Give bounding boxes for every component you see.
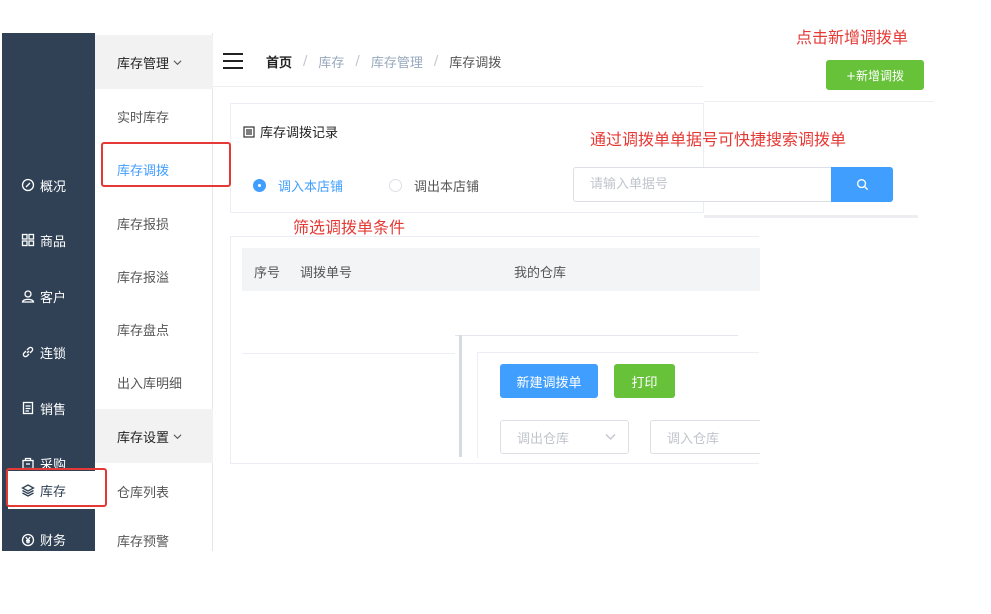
sidebar-item-chain[interactable]: 连锁 <box>2 335 95 369</box>
breadcrumb: 首页 / 库存 / 库存管理 / 库存调拨 <box>266 52 501 71</box>
select-placeholder: 调入仓库 <box>667 431 720 447</box>
annotation-add-note: 点击新增调拨单 <box>796 28 909 47</box>
to-warehouse-select[interactable]: 调入仓库 <box>650 420 760 454</box>
annotation-highlight-stock-transfer <box>101 142 231 187</box>
dialog-left-border <box>459 335 462 457</box>
radio-transfer-in[interactable]: 调入本店铺 <box>253 176 343 195</box>
radio-transfer-out[interactable]: 调出本店铺 <box>389 176 479 195</box>
submenu-item-label: 库存报损 <box>117 217 170 233</box>
submenu-group-inventory-management[interactable]: 库存管理 <box>95 35 213 89</box>
new-transfer-order-button[interactable]: 新建调拨单 <box>500 364 598 398</box>
submenu-item-label: 实时库存 <box>117 110 170 126</box>
submenu-item-label: 库存预警 <box>117 534 170 550</box>
submenu-group-label: 库存设置 <box>117 430 170 446</box>
sidebar-item-sales[interactable]: 销售 <box>2 391 95 425</box>
document-number-search-input[interactable] <box>573 167 832 202</box>
breadcrumb-separator: / <box>433 54 439 69</box>
column-header-transfer-number: 调拨单号 <box>300 266 353 281</box>
from-warehouse-select[interactable]: 调出仓库 <box>500 420 629 454</box>
panel-title-text: 库存调拨记录 <box>260 126 339 141</box>
link-icon <box>20 344 36 360</box>
column-header-my-warehouse: 我的仓库 <box>514 266 567 281</box>
column-header-index: 序号 <box>254 266 281 281</box>
breadcrumb-separator: / <box>355 54 360 69</box>
submenu-group-inventory-settings[interactable]: 库存设置 <box>95 409 213 463</box>
list-icon <box>243 125 255 138</box>
search-button[interactable] <box>831 167 893 202</box>
submenu-item-label: 库存报溢 <box>117 270 170 286</box>
inventory-submenu: 库存管理 实时库存 库存调拨 库存报损 库存报溢 库存盘点 出入库明细 库存设置… <box>95 33 213 551</box>
yen-icon <box>20 532 36 548</box>
hamburger-menu-icon[interactable] <box>223 53 243 69</box>
chevron-down-icon <box>173 59 182 65</box>
radio-checked-icon <box>253 179 266 192</box>
sidebar-item-overview[interactable]: 概况 <box>2 168 95 202</box>
panel-title: 库存调拨记录 <box>243 122 338 141</box>
submenu-item-stock-count[interactable]: 库存盘点 <box>95 314 213 344</box>
sidebar-item-label: 客户 <box>40 290 67 306</box>
search-icon <box>856 178 868 191</box>
document-icon <box>20 400 36 416</box>
breadcrumb-current: 库存调拨 <box>449 56 502 71</box>
new-transfer-dialog: 新建调拨单 打印 调出仓库 调入仓库 <box>477 352 760 458</box>
submenu-group-label: 库存管理 <box>117 56 170 72</box>
chevron-down-icon <box>173 433 182 439</box>
gauge-icon <box>20 177 36 193</box>
select-placeholder: 调出仓库 <box>517 431 570 447</box>
annotation-filter-note: 筛选调拨单条件 <box>293 218 406 237</box>
submenu-item-in-out-detail[interactable]: 出入库明细 <box>95 367 213 397</box>
top-header: 首页 / 库存 / 库存管理 / 库存调拨 <box>213 33 703 87</box>
sidebar-item-customers[interactable]: 客户 <box>2 279 95 313</box>
dialog-top-border <box>455 335 738 336</box>
radio-label: 调出本店铺 <box>414 180 480 195</box>
header-actions: +新增调拨 <box>704 48 934 102</box>
annotation-highlight-inventory <box>6 468 107 507</box>
sidebar-item-label: 连锁 <box>40 346 67 362</box>
sidebar-item-label: 概况 <box>40 179 67 195</box>
submenu-item-warehouse-list[interactable]: 仓库列表 <box>95 476 213 506</box>
submenu-item-stock-overflow[interactable]: 库存报溢 <box>95 261 213 291</box>
table-header: 序号 调拨单号 我的仓库 <box>242 248 760 291</box>
sidebar-item-label: 商品 <box>40 234 67 250</box>
submenu-item-label: 出入库明细 <box>117 376 183 392</box>
submenu-item-label: 库存盘点 <box>117 323 170 339</box>
sidebar-item-label: 财务 <box>40 534 67 549</box>
grid-icon <box>20 232 36 248</box>
submenu-item-realtime-stock[interactable]: 实时库存 <box>95 101 213 131</box>
sidebar-item-products[interactable]: 商品 <box>2 223 95 257</box>
submenu-item-stock-alert[interactable]: 库存预警 <box>95 529 213 551</box>
annotation-search-note: 通过调拨单单据号可快捷搜索调拨单 <box>590 130 847 149</box>
radio-label: 调入本店铺 <box>278 180 344 195</box>
sidebar-item-label: 销售 <box>40 402 67 418</box>
sidebar-item-finance[interactable]: 财务 <box>2 528 95 551</box>
table-row-divider <box>242 353 455 354</box>
user-icon <box>20 288 36 304</box>
submenu-item-stock-loss[interactable]: 库存报损 <box>95 208 213 238</box>
print-button[interactable]: 打印 <box>614 364 675 398</box>
breadcrumb-inventory-management[interactable]: 库存管理 <box>371 52 423 71</box>
submenu-item-label: 仓库列表 <box>117 485 170 501</box>
radio-unchecked-icon <box>389 179 402 192</box>
breadcrumb-separator: / <box>303 54 308 69</box>
chevron-down-icon <box>605 434 616 440</box>
breadcrumb-inventory[interactable]: 库存 <box>318 52 344 71</box>
add-transfer-button[interactable]: +新增调拨 <box>826 60 924 90</box>
breadcrumb-home[interactable]: 首页 <box>266 52 292 71</box>
